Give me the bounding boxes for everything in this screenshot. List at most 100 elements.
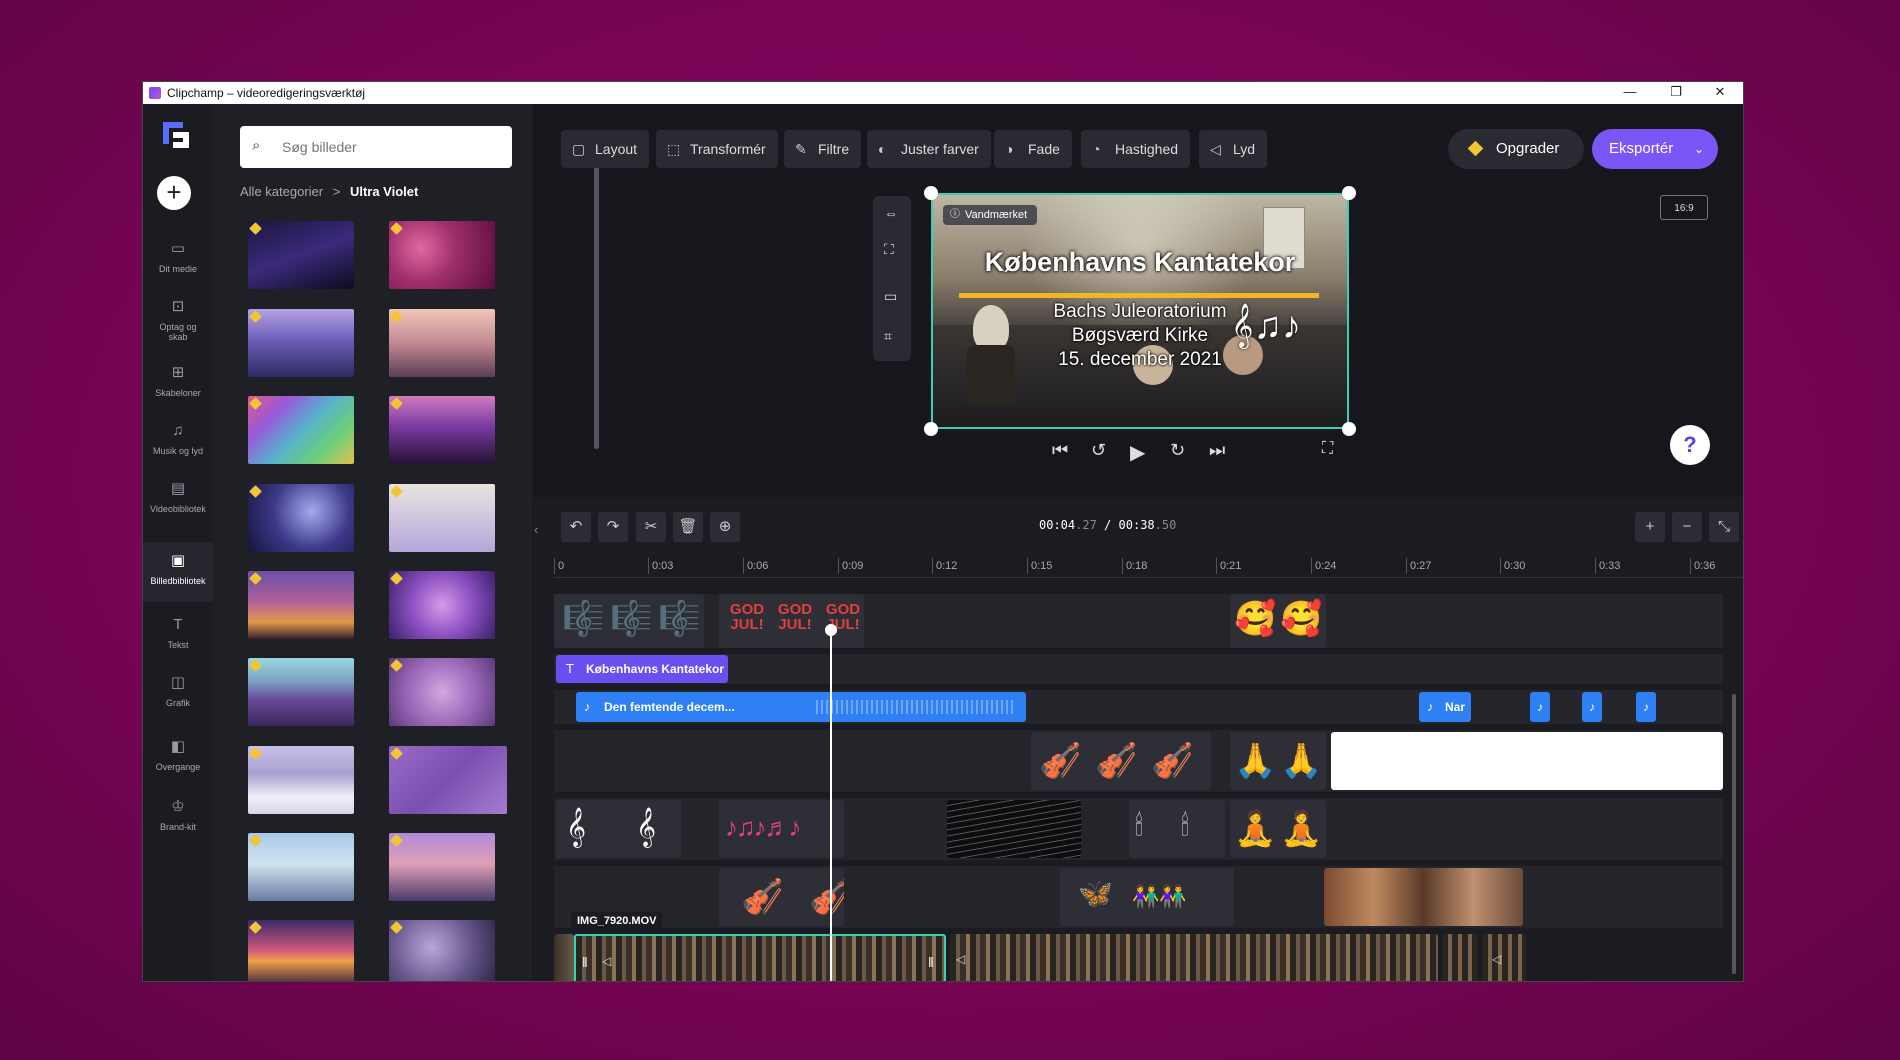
colored-notes-clip[interactable]: ♪♫♪♬♪	[719, 800, 844, 858]
clipchamp-logo[interactable]	[159, 118, 193, 152]
sidebar-item-transitions[interactable]: ◧ Overgange	[143, 738, 213, 796]
aspect-ratio-button[interactable]: 16:9	[1660, 195, 1708, 220]
image-thumbnail[interactable]	[389, 571, 495, 639]
transform-button[interactable]: ⬚ Transformér	[656, 130, 778, 168]
trim-handle-left-icon[interactable]: ‖	[582, 954, 588, 970]
speed-button[interactable]: ◔ Hastighed	[1081, 130, 1191, 168]
collapse-panel-icon[interactable]: ‹	[534, 522, 546, 537]
pip-icon[interactable]: ▭	[884, 288, 897, 305]
video-clip[interactable]: ◁	[1482, 934, 1526, 981]
crop-icon[interactable]: ⌗	[884, 328, 892, 345]
add-media-timeline-button[interactable]: ⊕	[710, 512, 740, 542]
image-thumbnail[interactable]	[389, 833, 495, 901]
image-thumbnail[interactable]	[389, 920, 495, 981]
image-thumbnail[interactable]	[248, 833, 354, 901]
treble-clef-clip[interactable]: 𝄞 𝄞	[556, 800, 681, 858]
resize-handle[interactable]	[1342, 186, 1356, 200]
add-media-button[interactable]: +	[157, 176, 191, 210]
breadcrumb-root[interactable]: Alle kategorier	[240, 184, 323, 199]
audio-clip[interactable]: ♪ Nar	[1419, 692, 1471, 722]
audio-clip[interactable]: ♪	[1636, 692, 1656, 722]
fade-button[interactable]: ◑ Fade	[994, 130, 1072, 168]
violin-clip[interactable]: 🎻 🎻	[719, 868, 844, 926]
sidebar-item-brand-kit[interactable]: ♔ Brand-kit	[143, 798, 213, 856]
image-thumbnail[interactable]	[248, 571, 354, 639]
split-button[interactable]: ✂	[636, 512, 666, 542]
sidebar-item-image-library[interactable]: ▣ Billedbibliotek	[143, 542, 213, 602]
fill-icon[interactable]: ⛶	[884, 241, 894, 258]
playhead[interactable]	[830, 632, 832, 981]
painting-clip[interactable]	[1324, 868, 1523, 926]
resize-handle[interactable]	[924, 422, 938, 436]
butterfly-clip[interactable]: 🦋	[1060, 868, 1136, 926]
fit-timeline-button[interactable]: ⤡	[1709, 512, 1739, 542]
audio-clip[interactable]: ♪ Den femtende decem...	[576, 692, 1026, 722]
image-thumbnail[interactable]	[389, 396, 495, 464]
close-button[interactable]: ✕	[1697, 82, 1743, 104]
white-clip[interactable]	[1331, 732, 1723, 790]
video-clip[interactable]	[1442, 934, 1478, 981]
audio-clip[interactable]: ♪	[1530, 692, 1550, 722]
skip-forward-icon[interactable]: ⏭	[1209, 440, 1225, 461]
sheet-music-clip[interactable]	[947, 800, 1081, 858]
upgrade-button[interactable]: Opgrader	[1448, 129, 1584, 169]
zoom-out-button[interactable]: −	[1672, 512, 1702, 542]
time-ruler[interactable]: 0 0:03 0:06 0:09 0:12 0:15 0:18 0:21 0:2…	[554, 555, 1743, 578]
skip-back-icon[interactable]: ⏮	[1052, 440, 1068, 461]
image-thumbnail[interactable]	[248, 396, 354, 464]
candles-clip[interactable]: 🕯 🕯	[1129, 800, 1225, 858]
redo-button[interactable]: ↷	[598, 512, 628, 542]
prayer-hands-clip[interactable]: 🙏 🙏	[1230, 732, 1326, 790]
monk-clip[interactable]: 🧘 🧘	[1230, 800, 1326, 858]
resize-handle[interactable]	[1342, 422, 1356, 436]
export-button[interactable]: Eksportér ⌄	[1592, 129, 1718, 169]
restore-button[interactable]: ❐	[1653, 82, 1699, 104]
zoom-in-button[interactable]: +	[1635, 512, 1665, 542]
help-button[interactable]: ?	[1670, 425, 1710, 465]
image-thumbnail[interactable]	[248, 309, 354, 377]
image-thumbnail[interactable]	[389, 221, 495, 289]
sidebar-item-your-media[interactable]: ▭ Dit medie	[143, 240, 213, 298]
image-thumbnail[interactable]	[248, 484, 354, 552]
video-clip[interactable]	[554, 934, 574, 981]
image-thumbnail[interactable]	[248, 746, 354, 814]
fullscreen-icon[interactable]: ⛶	[1322, 440, 1333, 458]
image-thumbnail[interactable]	[389, 746, 507, 814]
image-thumbnail[interactable]	[389, 484, 495, 552]
play-icon[interactable]: ▶	[1130, 440, 1145, 465]
sidebar-item-templates[interactable]: ⊞ Skabeloner	[143, 364, 213, 422]
image-thumbnail[interactable]	[248, 658, 354, 726]
image-thumbnail[interactable]	[248, 221, 354, 289]
trim-handle-right-icon[interactable]: ‖	[928, 954, 934, 970]
rewind-5-icon[interactable]: ↺	[1091, 440, 1106, 461]
sidebar-item-music[interactable]: ♫ Musik og lyd	[143, 422, 213, 480]
sidebar-item-graphics[interactable]: ◫ Grafik	[143, 674, 213, 732]
resize-handle[interactable]	[924, 186, 938, 200]
selected-video-clip[interactable]: ‖ ◁ ‖	[574, 934, 946, 981]
image-thumbnail[interactable]	[389, 309, 495, 377]
image-thumbnail[interactable]	[389, 658, 495, 726]
delete-button[interactable]: 🗑	[673, 512, 703, 542]
forward-5-icon[interactable]: ↻	[1170, 440, 1185, 461]
timeline-vertical-scrollbar[interactable]	[1732, 694, 1736, 974]
filters-button[interactable]: ✎ Filtre	[784, 130, 862, 168]
search-input[interactable]	[280, 136, 504, 158]
adjust-colors-button[interactable]: ◐ Juster farver	[867, 130, 991, 168]
sidebar-item-video-library[interactable]: ▤ Videobibliotek	[143, 480, 213, 538]
sidebar-item-record[interactable]: ⊡ Optag og skab	[143, 298, 213, 364]
minimize-button[interactable]: —	[1607, 82, 1653, 104]
audio-button[interactable]: ◁ Lyd	[1199, 130, 1268, 168]
text-clip[interactable]: T Københavns Kantatekor	[556, 655, 728, 683]
fit-icon[interactable]: ⇔	[884, 205, 898, 221]
god-jul-sticker-clip[interactable]: GOD JUL! GOD JUL! GOD JUL!	[719, 594, 864, 648]
audio-clip[interactable]: ♪	[1582, 692, 1602, 722]
children-choir-clip[interactable]: 👫👫	[1128, 868, 1234, 926]
violinist-sticker-clip[interactable]: 🎻 🎻 🎻	[1031, 732, 1211, 790]
heart-face-sticker-clip[interactable]: 🥰 🥰	[1230, 594, 1326, 648]
layout-button[interactable]: ▢ Layout	[561, 130, 650, 168]
image-thumbnail[interactable]	[248, 920, 354, 981]
sidebar-item-text[interactable]: T Tekst	[143, 616, 213, 674]
undo-button[interactable]: ↶	[561, 512, 591, 542]
bach-sticker-clip[interactable]: 🎼 🎼 🎼	[554, 594, 704, 648]
search-box[interactable]: ⌕	[240, 126, 512, 168]
